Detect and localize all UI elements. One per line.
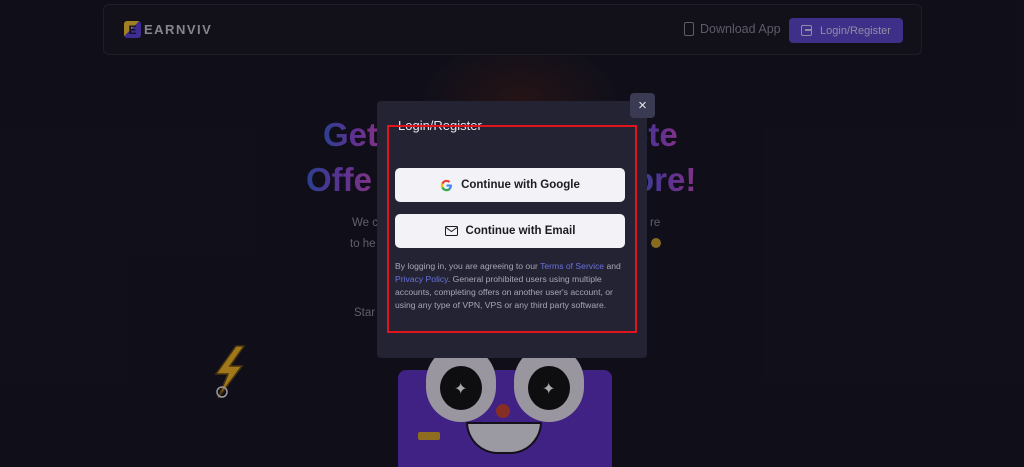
close-icon: × (638, 97, 647, 114)
highlight-box (387, 125, 637, 333)
close-modal-button[interactable]: × (630, 93, 655, 118)
